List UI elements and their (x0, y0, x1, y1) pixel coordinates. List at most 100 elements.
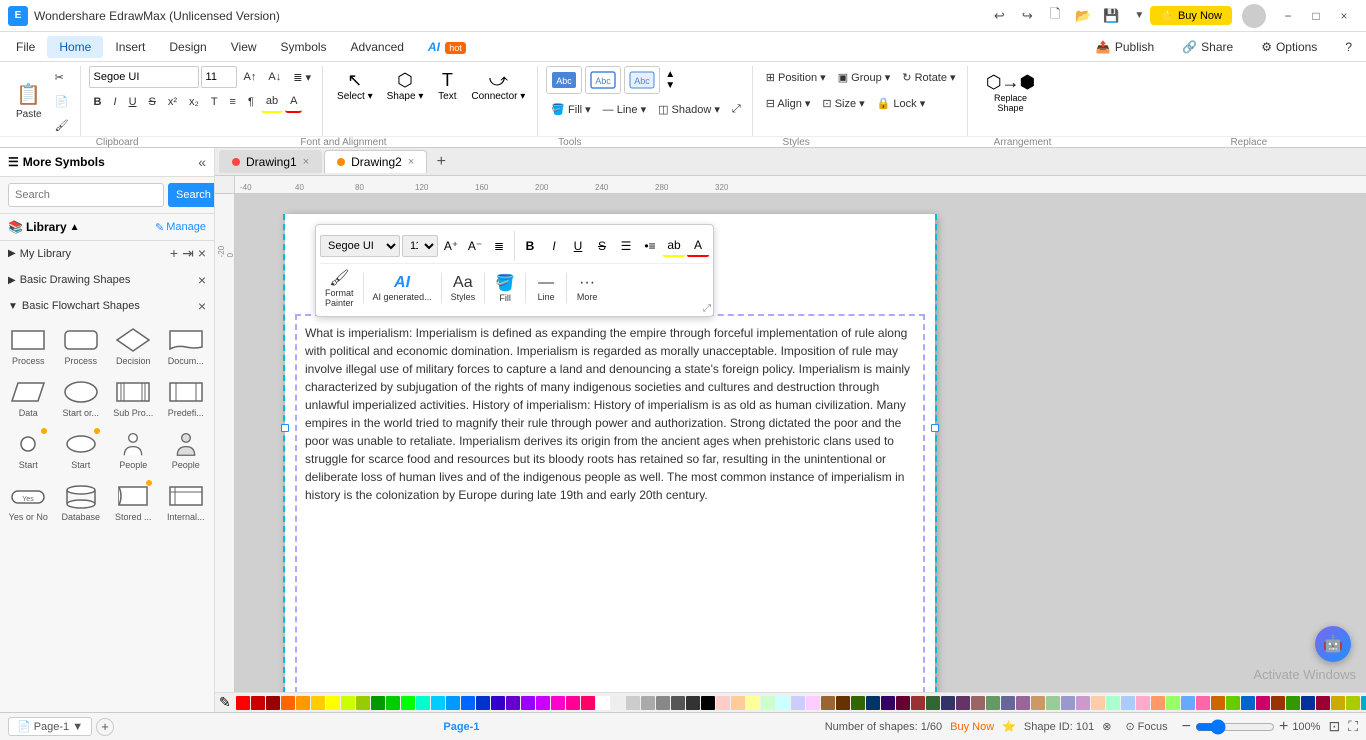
line-spacing-button[interactable]: ≡ (225, 91, 241, 113)
search-button[interactable]: Search (168, 183, 215, 207)
position-button[interactable]: ⊞ Position ▾ (761, 66, 831, 88)
fullscreen-button[interactable]: ⛶ (1348, 718, 1358, 735)
color-swatch[interactable] (1091, 696, 1105, 710)
shape-start-or[interactable]: Start or... (57, 374, 106, 422)
replace-shape-button[interactable]: ⬡→⬢ Replace Shape (976, 66, 1046, 118)
color-swatch[interactable] (686, 696, 700, 710)
color-swatch[interactable] (281, 696, 295, 710)
color-swatch[interactable] (941, 696, 955, 710)
color-swatch[interactable] (1271, 696, 1285, 710)
color-swatch[interactable] (911, 696, 925, 710)
color-swatch[interactable] (926, 696, 940, 710)
highlight-button[interactable]: ab (261, 91, 283, 113)
color-swatch[interactable] (701, 696, 715, 710)
options-button[interactable]: ⚙ Options (1251, 37, 1327, 57)
text-content[interactable]: What is imperialism: Imperialism is defi… (295, 314, 925, 692)
fit-button[interactable]: ⊡ (1328, 718, 1340, 735)
font-grow-button[interactable]: A↑ (239, 66, 262, 88)
ft-line-button[interactable]: — Line (530, 272, 562, 304)
color-swatch[interactable] (1016, 696, 1030, 710)
ft-grow-button[interactable]: A⁺ (440, 235, 462, 257)
color-swatch[interactable] (461, 696, 475, 710)
shape-yesno[interactable]: Yes Yes or No (4, 478, 53, 526)
color-swatch[interactable] (1031, 696, 1045, 710)
ft-bullet-button[interactable]: •≡ (639, 235, 661, 257)
color-swatch[interactable] (356, 696, 370, 710)
ft-fill-button[interactable]: 🪣 Fill (489, 271, 521, 305)
color-swatch[interactable] (431, 696, 445, 710)
copy-button[interactable]: 📄 (50, 90, 74, 112)
text-style-button[interactable]: T (206, 91, 223, 113)
color-swatch[interactable] (626, 696, 640, 710)
ft-size-selector[interactable]: 11 (402, 235, 438, 257)
buy-now-status-button[interactable]: Buy Now (950, 721, 994, 733)
superscript-button[interactable]: x² (163, 91, 182, 113)
ai-assistant-button[interactable]: 🤖 (1315, 626, 1351, 662)
size-button[interactable]: ⊡ Size ▾ (817, 92, 869, 114)
help-button[interactable]: ? (1335, 37, 1362, 57)
menu-insert[interactable]: Insert (103, 36, 157, 58)
zoom-plus-button[interactable]: + (1279, 718, 1288, 736)
close-basic-drawing-button[interactable]: × (198, 272, 206, 288)
font-shrink-button[interactable]: A↓ (263, 66, 286, 88)
drawing-canvas[interactable]: Segoe UI 11 A⁺ A⁻ ≣ B I U (235, 194, 1366, 692)
manage-button[interactable]: ✎ Manage (155, 221, 206, 234)
menu-view[interactable]: View (219, 36, 269, 58)
align-arrange-button[interactable]: ⊟ Align ▾ (761, 92, 816, 114)
redo-button[interactable]: ↪ (1016, 5, 1038, 27)
color-swatch[interactable] (1241, 696, 1255, 710)
menu-symbols[interactable]: Symbols (269, 36, 339, 58)
color-swatch[interactable] (536, 696, 550, 710)
color-swatch[interactable] (296, 696, 310, 710)
color-swatch[interactable] (881, 696, 895, 710)
zoom-slider[interactable] (1195, 719, 1275, 735)
subscript-button[interactable]: x₂ (184, 91, 204, 113)
ft-shrink-button[interactable]: A⁻ (464, 235, 486, 257)
group-button[interactable]: ▣ Group ▾ (833, 66, 896, 88)
menu-advanced[interactable]: Advanced (339, 36, 416, 58)
color-swatch[interactable] (1181, 696, 1195, 710)
font-color-button[interactable]: A (285, 91, 302, 113)
rotate-button[interactable]: ↻ Rotate ▾ (897, 66, 960, 88)
lock-button[interactable]: 🔒 Lock ▾ (872, 92, 931, 114)
buy-now-button[interactable]: ⭐ Buy Now (1150, 6, 1232, 25)
ft-align-button[interactable]: ≣ (488, 235, 510, 257)
add-page-button[interactable]: + (96, 718, 114, 736)
color-swatch[interactable] (806, 696, 820, 710)
underline-button[interactable]: U (124, 91, 142, 113)
color-swatch[interactable] (1211, 696, 1225, 710)
color-swatch[interactable] (896, 696, 910, 710)
basic-drawing-header[interactable]: ▶ Basic Drawing Shapes × (0, 268, 214, 292)
open-button[interactable]: 📂 (1072, 5, 1094, 27)
color-swatch[interactable] (1151, 696, 1165, 710)
color-swatch[interactable] (581, 696, 595, 710)
avatar[interactable] (1242, 4, 1266, 28)
color-swatch[interactable] (521, 696, 535, 710)
close-tab-drawing1[interactable]: × (303, 156, 309, 168)
share-button[interactable]: 🔗 Share (1172, 37, 1243, 57)
text-tool-button[interactable]: T Text (431, 66, 463, 106)
select-tool-button[interactable]: ↖ Select ▾ (331, 66, 379, 106)
style-more-btn[interactable]: ▲ ▼ (663, 67, 677, 93)
color-swatch[interactable] (1106, 696, 1120, 710)
menu-file[interactable]: File (4, 36, 47, 58)
style-btn-2[interactable]: Abc (585, 66, 621, 94)
color-swatch[interactable] (776, 696, 790, 710)
shape-data[interactable]: Data (4, 374, 53, 422)
shape-predefined[interactable]: Predefi... (162, 374, 211, 422)
color-swatch[interactable] (596, 696, 610, 710)
close-tab-drawing2[interactable]: × (408, 156, 414, 168)
menu-home[interactable]: Home (47, 36, 103, 58)
menu-design[interactable]: Design (157, 36, 218, 58)
shape-subprocess[interactable]: Sub Pro... (109, 374, 158, 422)
shape-person2[interactable]: People (162, 426, 211, 474)
color-swatch[interactable] (821, 696, 835, 710)
color-swatch[interactable] (731, 696, 745, 710)
ft-more-button[interactable]: ··· More (571, 272, 603, 304)
ft-font-selector[interactable]: Segoe UI (320, 235, 400, 257)
strikethrough-button[interactable]: S (144, 91, 161, 113)
color-swatch[interactable] (551, 696, 565, 710)
add-library-button[interactable]: + (170, 245, 178, 262)
ft-styles-button[interactable]: Aa Styles (446, 272, 481, 304)
color-swatch[interactable] (971, 696, 985, 710)
